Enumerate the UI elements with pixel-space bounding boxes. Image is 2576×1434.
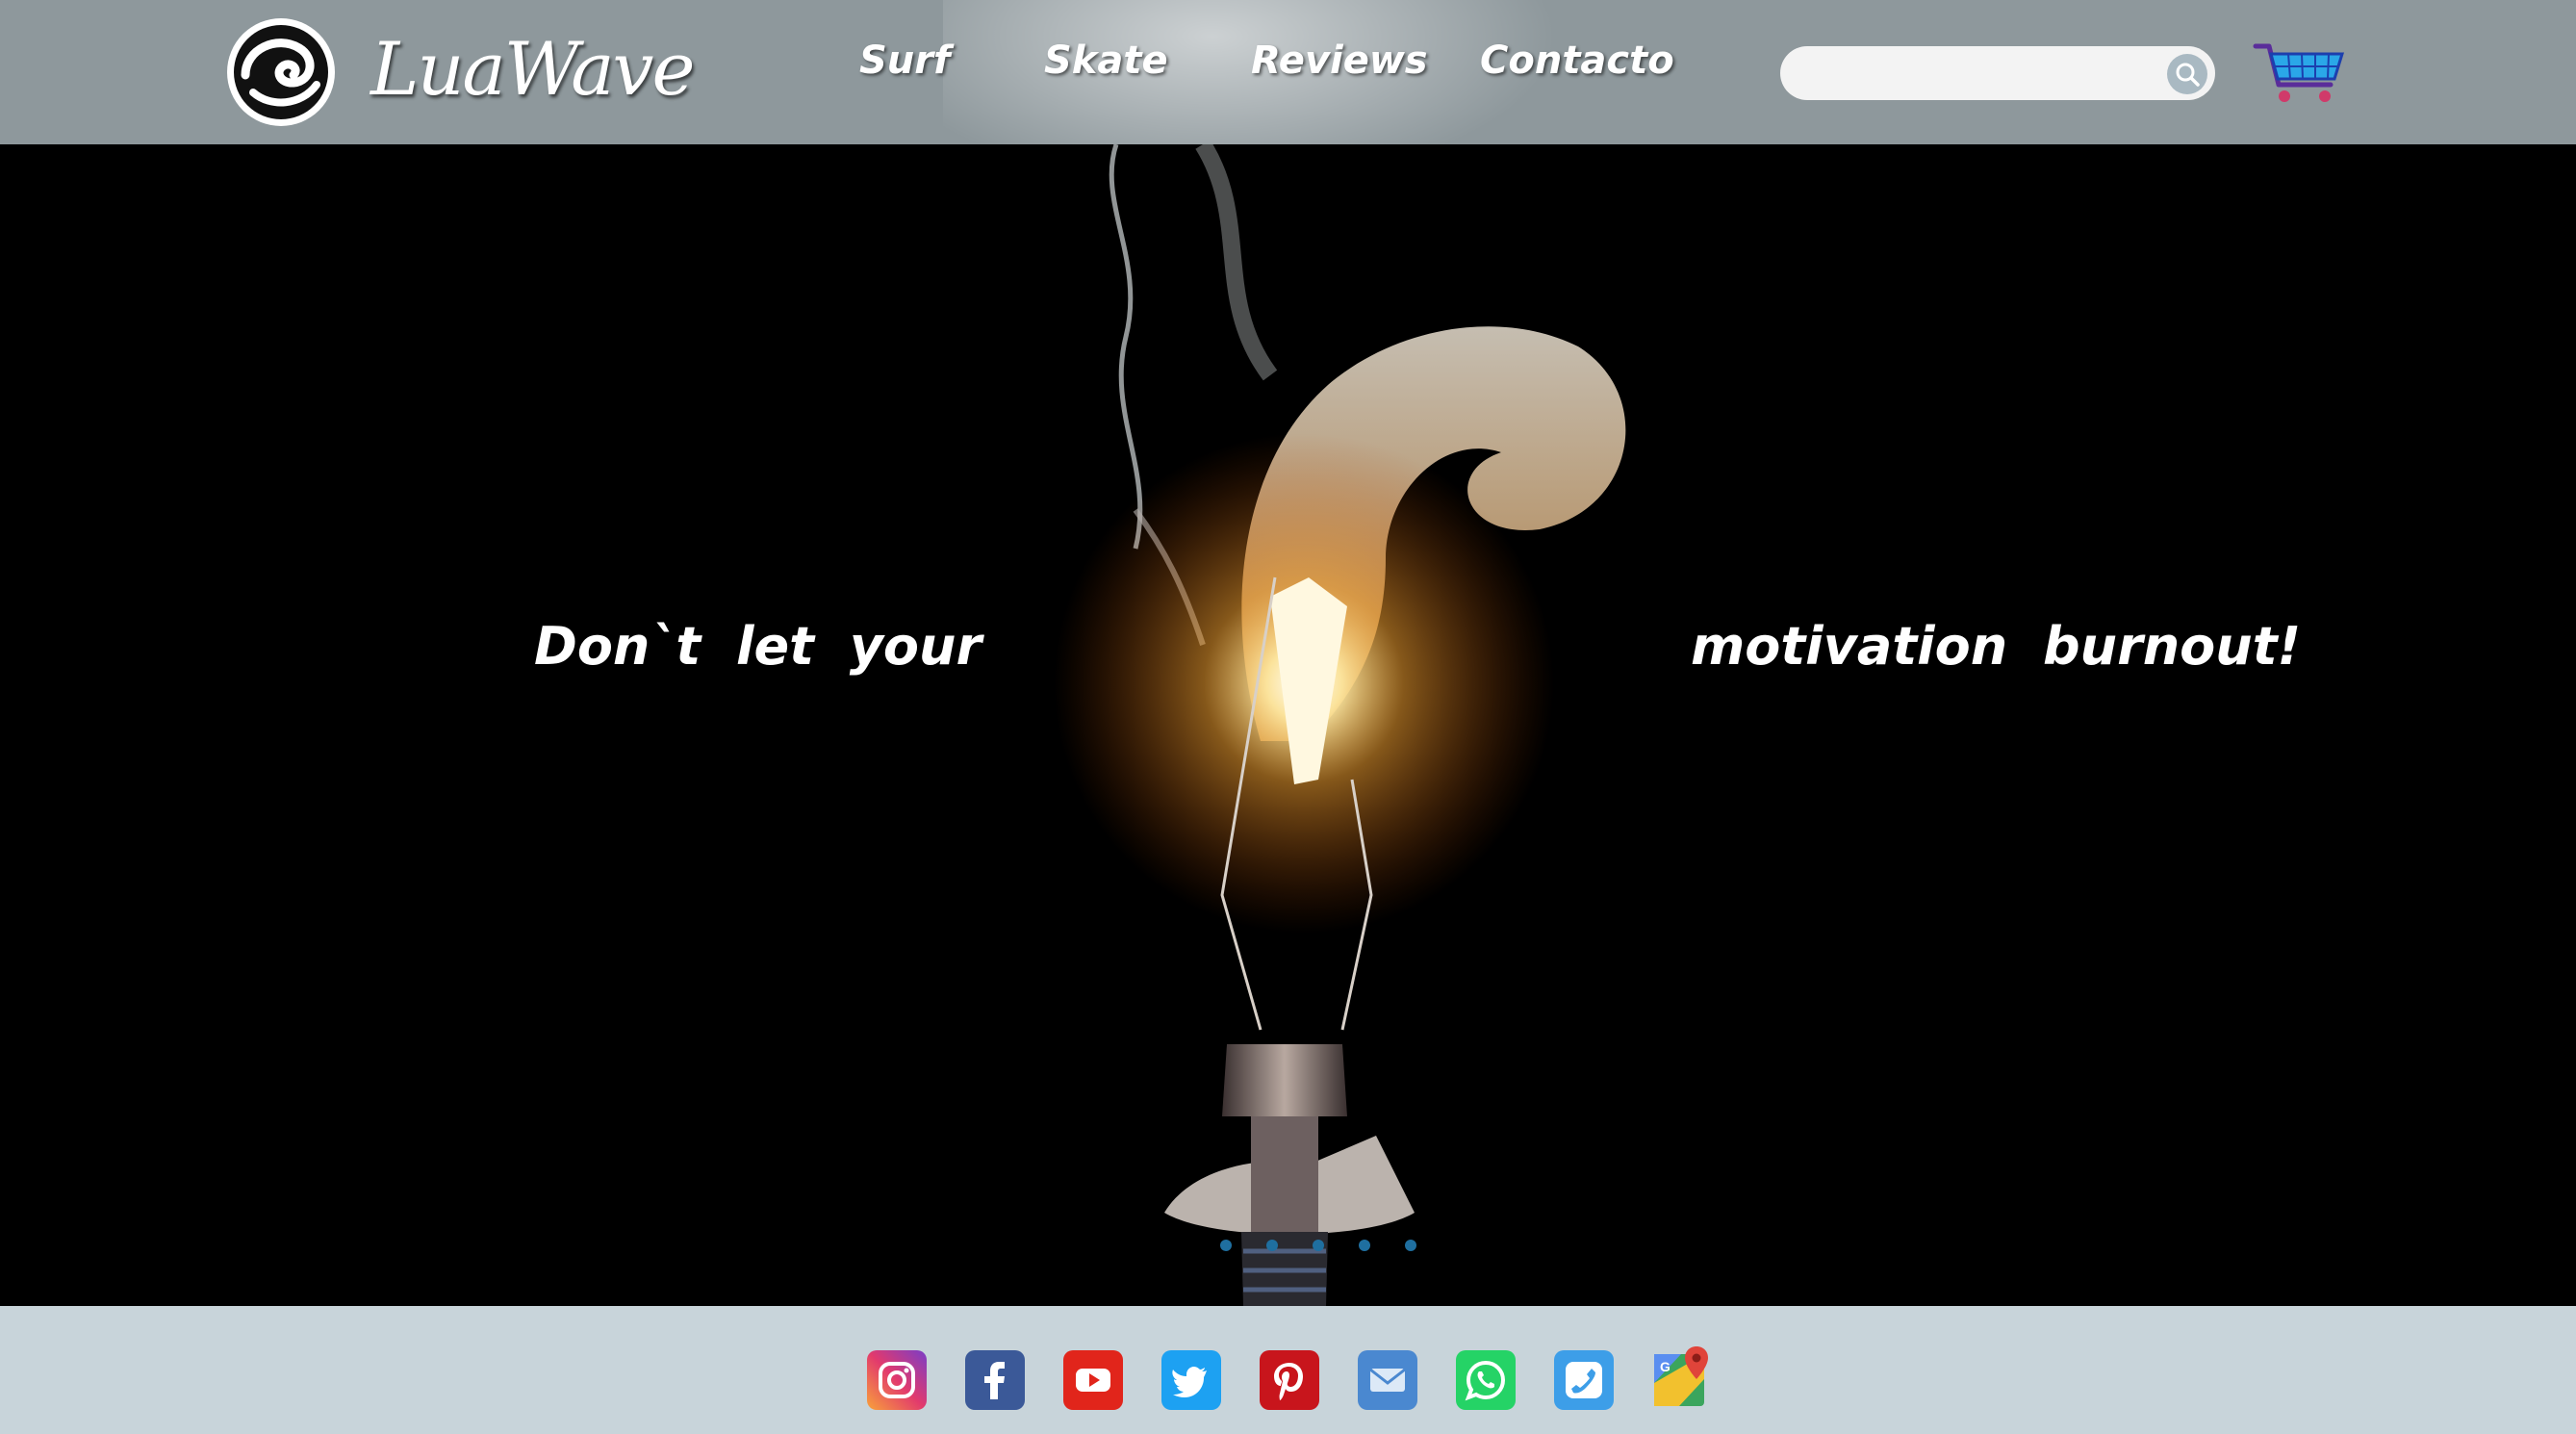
slide-dot[interactable] bbox=[1359, 1240, 1370, 1251]
pinterest-icon[interactable] bbox=[1260, 1350, 1319, 1410]
google-maps-icon[interactable]: G bbox=[1652, 1344, 1714, 1408]
brand-name[interactable]: LuaWave bbox=[370, 21, 695, 117]
header: LuaWave Surf Skate Reviews Contacto bbox=[0, 0, 2576, 144]
hero-text-left: Don`t let your bbox=[534, 616, 982, 677]
search-icon bbox=[2176, 63, 2200, 87]
instagram-icon[interactable] bbox=[867, 1350, 927, 1410]
slide-dot[interactable] bbox=[1405, 1240, 1416, 1251]
hero-banner: Don`t let your motivation burnout! bbox=[0, 144, 2576, 1306]
wave-logo-icon[interactable] bbox=[224, 15, 338, 129]
phone-icon[interactable] bbox=[1554, 1350, 1614, 1410]
nav-item-skate[interactable]: Skate bbox=[1044, 38, 1168, 83]
svg-text:G: G bbox=[1660, 1359, 1671, 1374]
burning-bulb-image bbox=[1054, 144, 1626, 1306]
twitter-icon[interactable] bbox=[1161, 1350, 1221, 1410]
whatsapp-icon[interactable] bbox=[1456, 1350, 1516, 1410]
search-input[interactable] bbox=[1780, 46, 2215, 100]
nav-item-surf[interactable]: Surf bbox=[859, 38, 950, 83]
nav-item-reviews[interactable]: Reviews bbox=[1251, 38, 1428, 83]
email-icon[interactable] bbox=[1358, 1350, 1417, 1410]
slide-dot[interactable] bbox=[1313, 1240, 1324, 1251]
search-button[interactable] bbox=[2167, 54, 2207, 94]
shopping-cart-icon[interactable] bbox=[2252, 38, 2346, 108]
youtube-icon[interactable] bbox=[1063, 1350, 1123, 1410]
facebook-icon[interactable] bbox=[965, 1350, 1025, 1410]
footer: G bbox=[0, 1306, 2576, 1434]
slide-dot[interactable] bbox=[1220, 1240, 1232, 1251]
slide-dot[interactable] bbox=[1266, 1240, 1278, 1251]
nav-item-contacto[interactable]: Contacto bbox=[1480, 38, 1674, 83]
hero-text-right: motivation burnout! bbox=[1691, 616, 2302, 677]
